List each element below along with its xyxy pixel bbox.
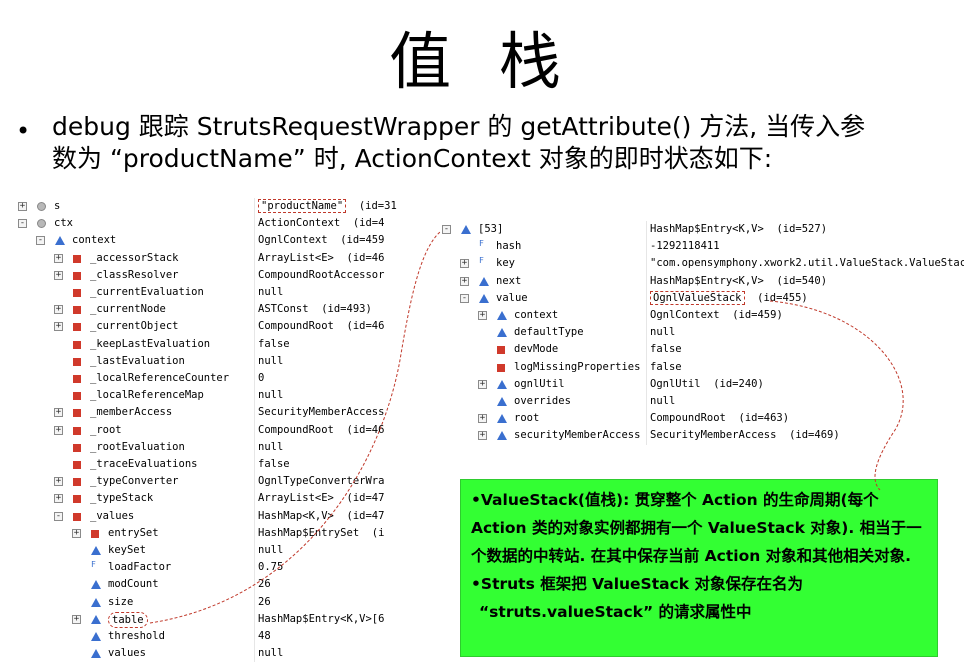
connector-table-to-entry xyxy=(149,231,441,624)
annotation-connectors xyxy=(149,231,904,624)
connector-valuestack-to-note xyxy=(769,300,904,491)
